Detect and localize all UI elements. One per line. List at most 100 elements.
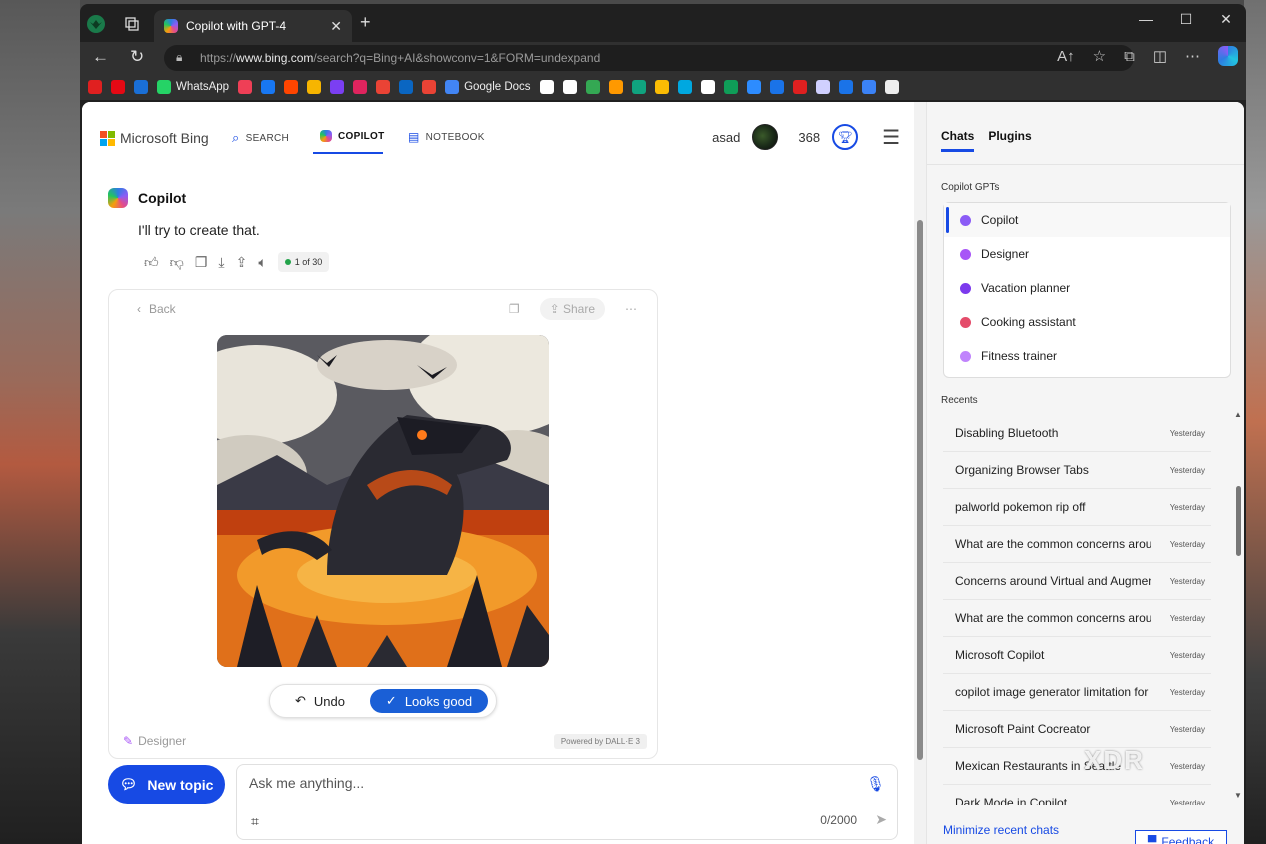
thumbs-down-icon[interactable]: 👎︎ <box>170 254 184 271</box>
recent-chat-item[interactable]: palworld pokemon rip off Yesterday <box>943 489 1211 526</box>
new-tab-icon[interactable]: + <box>360 12 371 33</box>
card-more-icon[interactable]: ⋯ <box>625 302 637 316</box>
recents-scroll-thumb[interactable] <box>1236 486 1241 556</box>
looks-good-button[interactable]: ✓ Looks good <box>370 689 488 713</box>
bookmark-item[interactable] <box>700 80 715 94</box>
recent-chat-item[interactable]: What are the common concerns around Yeste… <box>943 526 1211 563</box>
nav-copilot[interactable]: COPILOT <box>320 130 385 142</box>
bookmark-item[interactable] <box>792 80 807 94</box>
bookmark-item[interactable]: WhatsApp <box>157 80 229 94</box>
copy-image-icon[interactable]: ❐ <box>509 302 520 316</box>
generated-image[interactable] <box>217 335 549 667</box>
tab-copilot[interactable]: Copilot with GPT-4 ✕ <box>154 10 352 42</box>
microsoft-bing-logo[interactable]: Microsoft Bing <box>100 130 209 146</box>
read-aloud-icon[interactable]: A↑ <box>1057 48 1075 65</box>
bookmark-item[interactable] <box>399 80 414 94</box>
gpt-item[interactable]: Vacation planner <box>944 271 1230 305</box>
lock-icon[interactable]: 🔒︎ <box>176 50 182 65</box>
refresh-icon[interactable]: ↻ <box>130 47 144 67</box>
close-window-icon[interactable]: ✕ <box>1206 4 1246 34</box>
bookmark-item[interactable] <box>838 80 853 94</box>
recent-chat-item[interactable]: Organizing Browser Tabs Yesterday <box>943 452 1211 489</box>
read-aloud-speaker-icon[interactable]: 🔈︎ <box>258 254 266 271</box>
bookmark-item[interactable] <box>539 80 554 94</box>
bookmark-item[interactable] <box>631 80 646 94</box>
recent-chat-item[interactable]: Microsoft Copilot Yesterday <box>943 637 1211 674</box>
hamburger-menu-icon[interactable]: ☰ <box>882 125 900 150</box>
recent-chat-item[interactable]: What are the common concerns around Yeste… <box>943 600 1211 637</box>
feedback-button[interactable]: ▀ Feedback <box>1135 830 1227 844</box>
minimize-window-icon[interactable]: — <box>1126 4 1166 34</box>
bookmark-item[interactable] <box>134 80 148 94</box>
bookmark-item[interactable] <box>677 80 692 94</box>
address-bar[interactable]: 🔒︎ https://www.bing.com/search?q=Bing+AI… <box>164 45 1134 71</box>
scroll-up-icon[interactable]: ▲ <box>1234 410 1242 419</box>
bookmark-item[interactable] <box>815 80 830 94</box>
minimize-recent-chats-link[interactable]: Minimize recent chats <box>943 823 1059 837</box>
avatar[interactable] <box>752 124 779 150</box>
copilot-sidebar-icon[interactable] <box>1218 46 1238 66</box>
bookmark-item[interactable] <box>376 80 391 94</box>
recent-chat-item[interactable]: Microsoft Paint Cocreator Yesterday <box>943 711 1211 748</box>
bookmark-item[interactable] <box>307 80 322 94</box>
close-tab-icon[interactable]: ✕ <box>330 18 342 35</box>
gpt-item[interactable]: Cooking assistant <box>944 305 1230 339</box>
favorite-star-icon[interactable]: ☆ <box>1093 47 1106 65</box>
bookmark-item[interactable] <box>723 80 738 94</box>
bookmark-item[interactable] <box>422 80 437 94</box>
recent-chat-item[interactable]: Concerns around Virtual and Augmented Yes… <box>943 563 1211 600</box>
undo-button[interactable]: ↶ Undo <box>270 693 370 709</box>
extensions-icon[interactable]: ⧉ <box>1124 48 1135 65</box>
recent-chat-item[interactable]: Mexican Restaurants in Seattle Yesterday <box>943 748 1211 785</box>
recents-scrollbar[interactable]: ▲ ▼ <box>1233 410 1243 800</box>
chat-input[interactable] <box>249 775 849 791</box>
thumbs-up-icon[interactable]: 👍︎ <box>144 254 159 271</box>
bookmark-item[interactable] <box>238 80 253 94</box>
profile-icon[interactable] <box>86 14 106 34</box>
bookmark-item[interactable] <box>562 80 577 94</box>
bookmark-item[interactable] <box>353 80 368 94</box>
scroll-down-icon[interactable]: ▼ <box>1234 791 1242 800</box>
user-name[interactable]: asad <box>712 130 740 145</box>
maximize-window-icon[interactable]: ☐ <box>1166 4 1206 34</box>
recent-chat-item[interactable]: Dark Mode in Copilot Yesterday <box>943 785 1211 805</box>
recent-chat-item[interactable]: copilot image generator limitation for Ye… <box>943 674 1211 711</box>
bookmark-item[interactable] <box>330 80 345 94</box>
nav-search[interactable]: ⌕ SEARCH <box>232 130 289 146</box>
bookmark-item[interactable] <box>769 80 784 94</box>
rewards-points[interactable]: 368 <box>798 130 820 145</box>
nav-notebook[interactable]: ▤ NOTEBOOK <box>408 130 485 144</box>
designer-attribution[interactable]: ✎ Designer <box>123 734 186 748</box>
tab-chats[interactable]: Chats <box>941 129 975 152</box>
bookmark-item[interactable] <box>111 80 125 94</box>
image-upload-icon[interactable]: ⌗ <box>251 813 259 830</box>
share-button[interactable]: ⇪ Share <box>539 298 605 320</box>
workspaces-icon[interactable] <box>122 14 142 34</box>
gpt-item[interactable]: Copilot <box>944 203 1230 237</box>
main-scroll-thumb[interactable] <box>917 220 923 760</box>
bookmark-item[interactable] <box>608 80 623 94</box>
download-icon[interactable]: ⤓ <box>218 254 224 271</box>
tab-plugins[interactable]: Plugins <box>988 129 1031 152</box>
rewards-trophy-icon[interactable]: 🏆︎ <box>832 124 859 150</box>
bookmark-item[interactable] <box>284 80 299 94</box>
recent-chat-item[interactable]: Disabling Bluetooth Yesterday <box>943 415 1211 452</box>
back-arrow-icon[interactable]: ← <box>92 47 109 67</box>
new-topic-button[interactable]: 💬︎ New topic <box>108 765 225 804</box>
bookmark-item[interactable] <box>585 80 600 94</box>
bookmark-item[interactable] <box>884 80 899 94</box>
card-back-button[interactable]: ‹ Back <box>137 302 176 316</box>
more-menu-icon[interactable]: ⋯ <box>1185 47 1200 65</box>
bookmark-item[interactable]: Google Docs <box>445 80 531 94</box>
bookmark-item[interactable] <box>746 80 761 94</box>
bookmark-item[interactable] <box>654 80 669 94</box>
microphone-icon[interactable]: 🎙︎ <box>866 775 885 793</box>
main-scrollbar[interactable] <box>914 102 926 844</box>
bookmark-item[interactable] <box>261 80 276 94</box>
copy-icon[interactable]: ❐ <box>195 254 208 271</box>
split-screen-icon[interactable]: ◫ <box>1153 47 1167 65</box>
gpt-item[interactable]: Designer <box>944 237 1230 271</box>
gpt-item[interactable]: Fitness trainer <box>944 339 1230 373</box>
share-icon[interactable]: ⇪ <box>236 254 248 271</box>
send-icon[interactable]: ➤ <box>875 811 887 828</box>
